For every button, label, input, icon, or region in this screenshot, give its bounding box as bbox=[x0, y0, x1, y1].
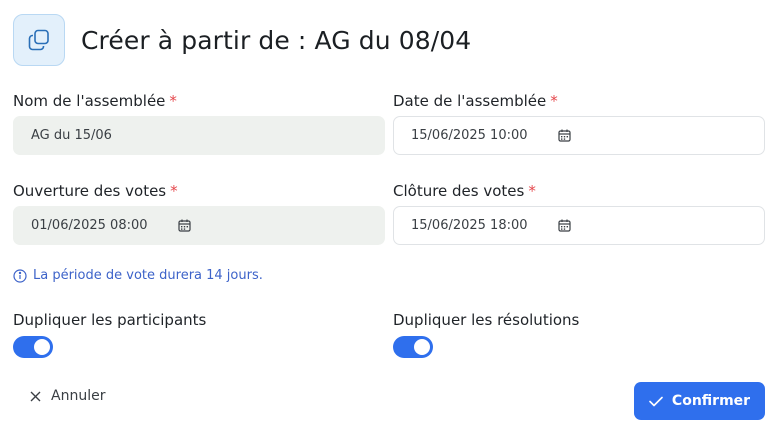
toggle-knob bbox=[414, 339, 430, 355]
date-field-group: Date de l'assemblée * 15/06/2025 10:00 bbox=[393, 91, 765, 155]
name-input-value: AG du 15/06 bbox=[31, 128, 112, 143]
date-label-text: Date de l'assemblée bbox=[393, 92, 547, 110]
closing-input-value: 15/06/2025 18:00 bbox=[411, 218, 528, 233]
participants-toggle-group: Dupliquer les participants bbox=[13, 310, 206, 358]
closing-input[interactable]: 15/06/2025 18:00 bbox=[393, 206, 765, 245]
participants-toggle-label: Dupliquer les participants bbox=[13, 311, 207, 329]
duplicate-icon bbox=[13, 14, 65, 66]
check-icon bbox=[649, 396, 663, 407]
confirm-button[interactable]: Confirmer bbox=[634, 382, 765, 420]
required-mark: * bbox=[169, 92, 177, 110]
name-field-label: Nom de l'assemblée * bbox=[13, 91, 385, 111]
close-icon bbox=[30, 391, 41, 402]
calendar-icon[interactable] bbox=[557, 129, 571, 142]
opening-label-text: Ouverture des votes bbox=[13, 182, 167, 200]
name-field-group: Nom de l'assemblée * AG du 15/06 bbox=[13, 91, 385, 155]
name-input[interactable]: AG du 15/06 bbox=[13, 116, 385, 155]
opening-field-label: Ouverture des votes * bbox=[13, 181, 385, 201]
vote-period-info: La période de vote durera 14 jours. bbox=[13, 268, 263, 283]
resolutions-toggle-group: Dupliquer les résolutions bbox=[393, 310, 579, 358]
name-label-text: Nom de l'assemblée bbox=[13, 92, 166, 110]
required-mark: * bbox=[550, 92, 558, 110]
toggle-knob bbox=[34, 339, 50, 355]
opening-input-value: 01/06/2025 08:00 bbox=[31, 218, 148, 233]
required-mark: * bbox=[170, 182, 178, 200]
cancel-button-label: Annuler bbox=[51, 388, 106, 404]
calendar-icon[interactable] bbox=[177, 219, 191, 232]
page-title: Créer à partir de : AG du 08/04 bbox=[81, 25, 472, 55]
info-icon bbox=[13, 268, 27, 283]
info-text: La période de vote durera 14 jours. bbox=[33, 268, 263, 283]
date-input[interactable]: 15/06/2025 10:00 bbox=[393, 116, 765, 155]
date-field-label: Date de l'assemblée * bbox=[393, 91, 765, 111]
resolutions-toggle-label: Dupliquer les résolutions bbox=[393, 311, 580, 329]
closing-field-group: Clôture des votes * 15/06/2025 18:00 bbox=[393, 181, 765, 245]
resolutions-toggle[interactable] bbox=[393, 336, 433, 358]
participants-toggle[interactable] bbox=[13, 336, 53, 358]
dialog-header: Créer à partir de : AG du 08/04 bbox=[13, 14, 471, 66]
opening-field-group: Ouverture des votes * 01/06/2025 08:00 bbox=[13, 181, 385, 245]
closing-field-label: Clôture des votes * bbox=[393, 181, 765, 201]
opening-input[interactable]: 01/06/2025 08:00 bbox=[13, 206, 385, 245]
confirm-button-label: Confirmer bbox=[671, 393, 751, 409]
calendar-icon[interactable] bbox=[557, 219, 571, 232]
date-input-value: 15/06/2025 10:00 bbox=[411, 128, 528, 143]
required-mark: * bbox=[528, 182, 536, 200]
cancel-button[interactable]: Annuler bbox=[30, 388, 105, 404]
closing-label-text: Clôture des votes bbox=[393, 182, 525, 200]
